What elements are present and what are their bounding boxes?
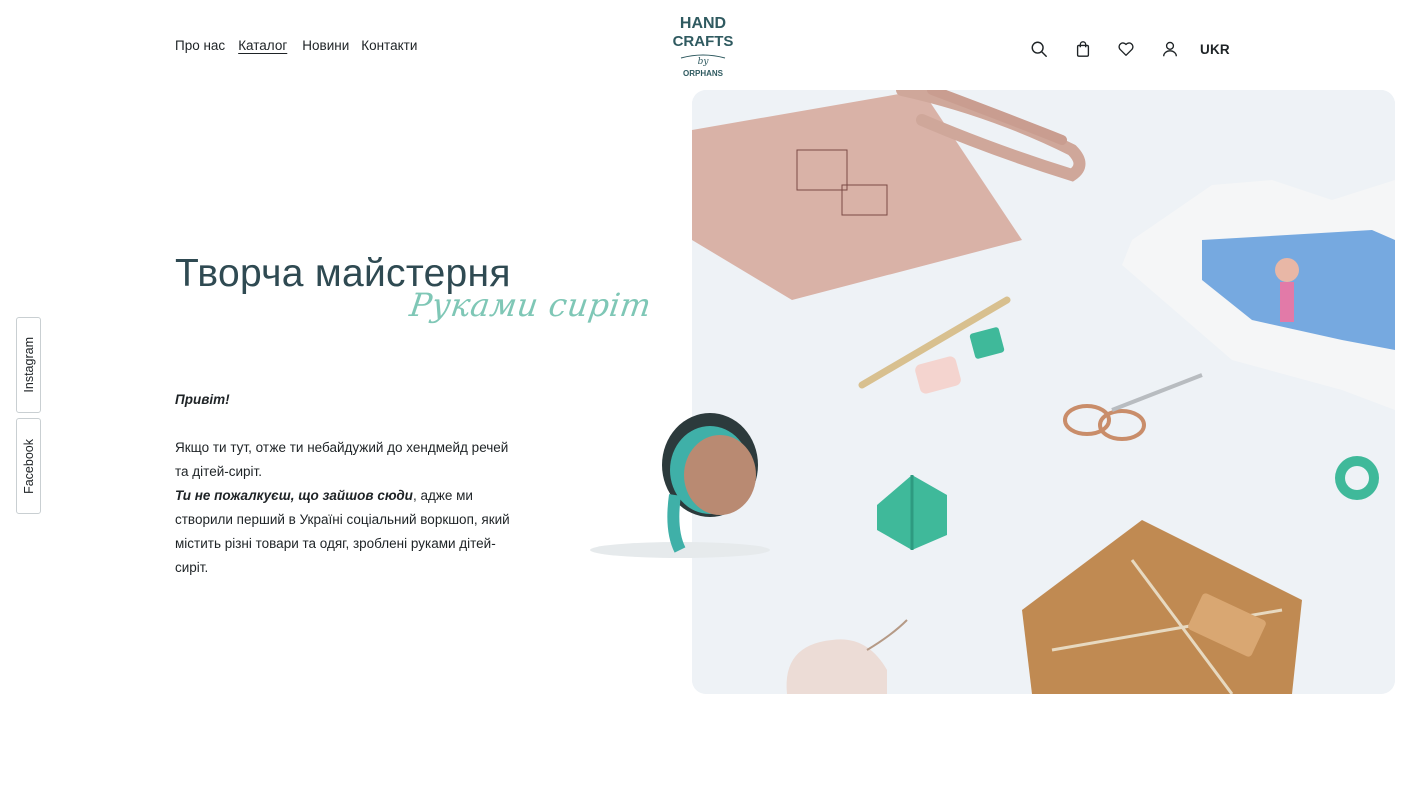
nav-about[interactable]: Про нас — [175, 38, 225, 53]
nav-catalog[interactable]: Каталог — [238, 38, 287, 53]
header-actions: UKR — [1028, 38, 1230, 60]
ribbon-spool-illustration — [560, 400, 770, 560]
nav-contacts[interactable]: Контакти — [361, 38, 417, 53]
logo-line-orphans: ORPHANS — [683, 69, 724, 78]
logo-line-hand: HAND — [680, 15, 726, 32]
facebook-label: Facebook — [21, 438, 36, 494]
nav-news[interactable]: Новини — [302, 38, 349, 53]
facebook-link[interactable]: Facebook — [16, 418, 41, 514]
instagram-label: Instagram — [21, 337, 36, 393]
user-icon[interactable] — [1159, 38, 1181, 60]
paragraph-1: Якщо ти тут, отже ти небайдужий до хендм… — [175, 440, 509, 479]
greeting: Привіт! — [175, 392, 230, 407]
logo-line-crafts: CRAFTS — [673, 33, 734, 50]
bag-icon[interactable] — [1072, 38, 1094, 60]
emphasis-text: Ти не пожалкуєш, що зайшов сюди — [175, 488, 413, 503]
heart-icon[interactable] — [1115, 38, 1137, 60]
hero-description: Привіт! Якщо ти тут, отже ти небайдужий … — [175, 388, 520, 580]
language-switcher[interactable]: UKR — [1200, 42, 1230, 57]
instagram-link[interactable]: Instagram — [16, 317, 41, 413]
logo[interactable]: HAND CRAFTS by ORPHANS — [671, 10, 735, 82]
main-nav: Про нас Каталог Новини Контакти — [175, 38, 417, 53]
search-icon[interactable] — [1028, 38, 1050, 60]
hero-image — [692, 90, 1395, 694]
logo-line-by: by — [698, 57, 710, 67]
hero-subtitle: Руками сиріт — [407, 286, 654, 324]
